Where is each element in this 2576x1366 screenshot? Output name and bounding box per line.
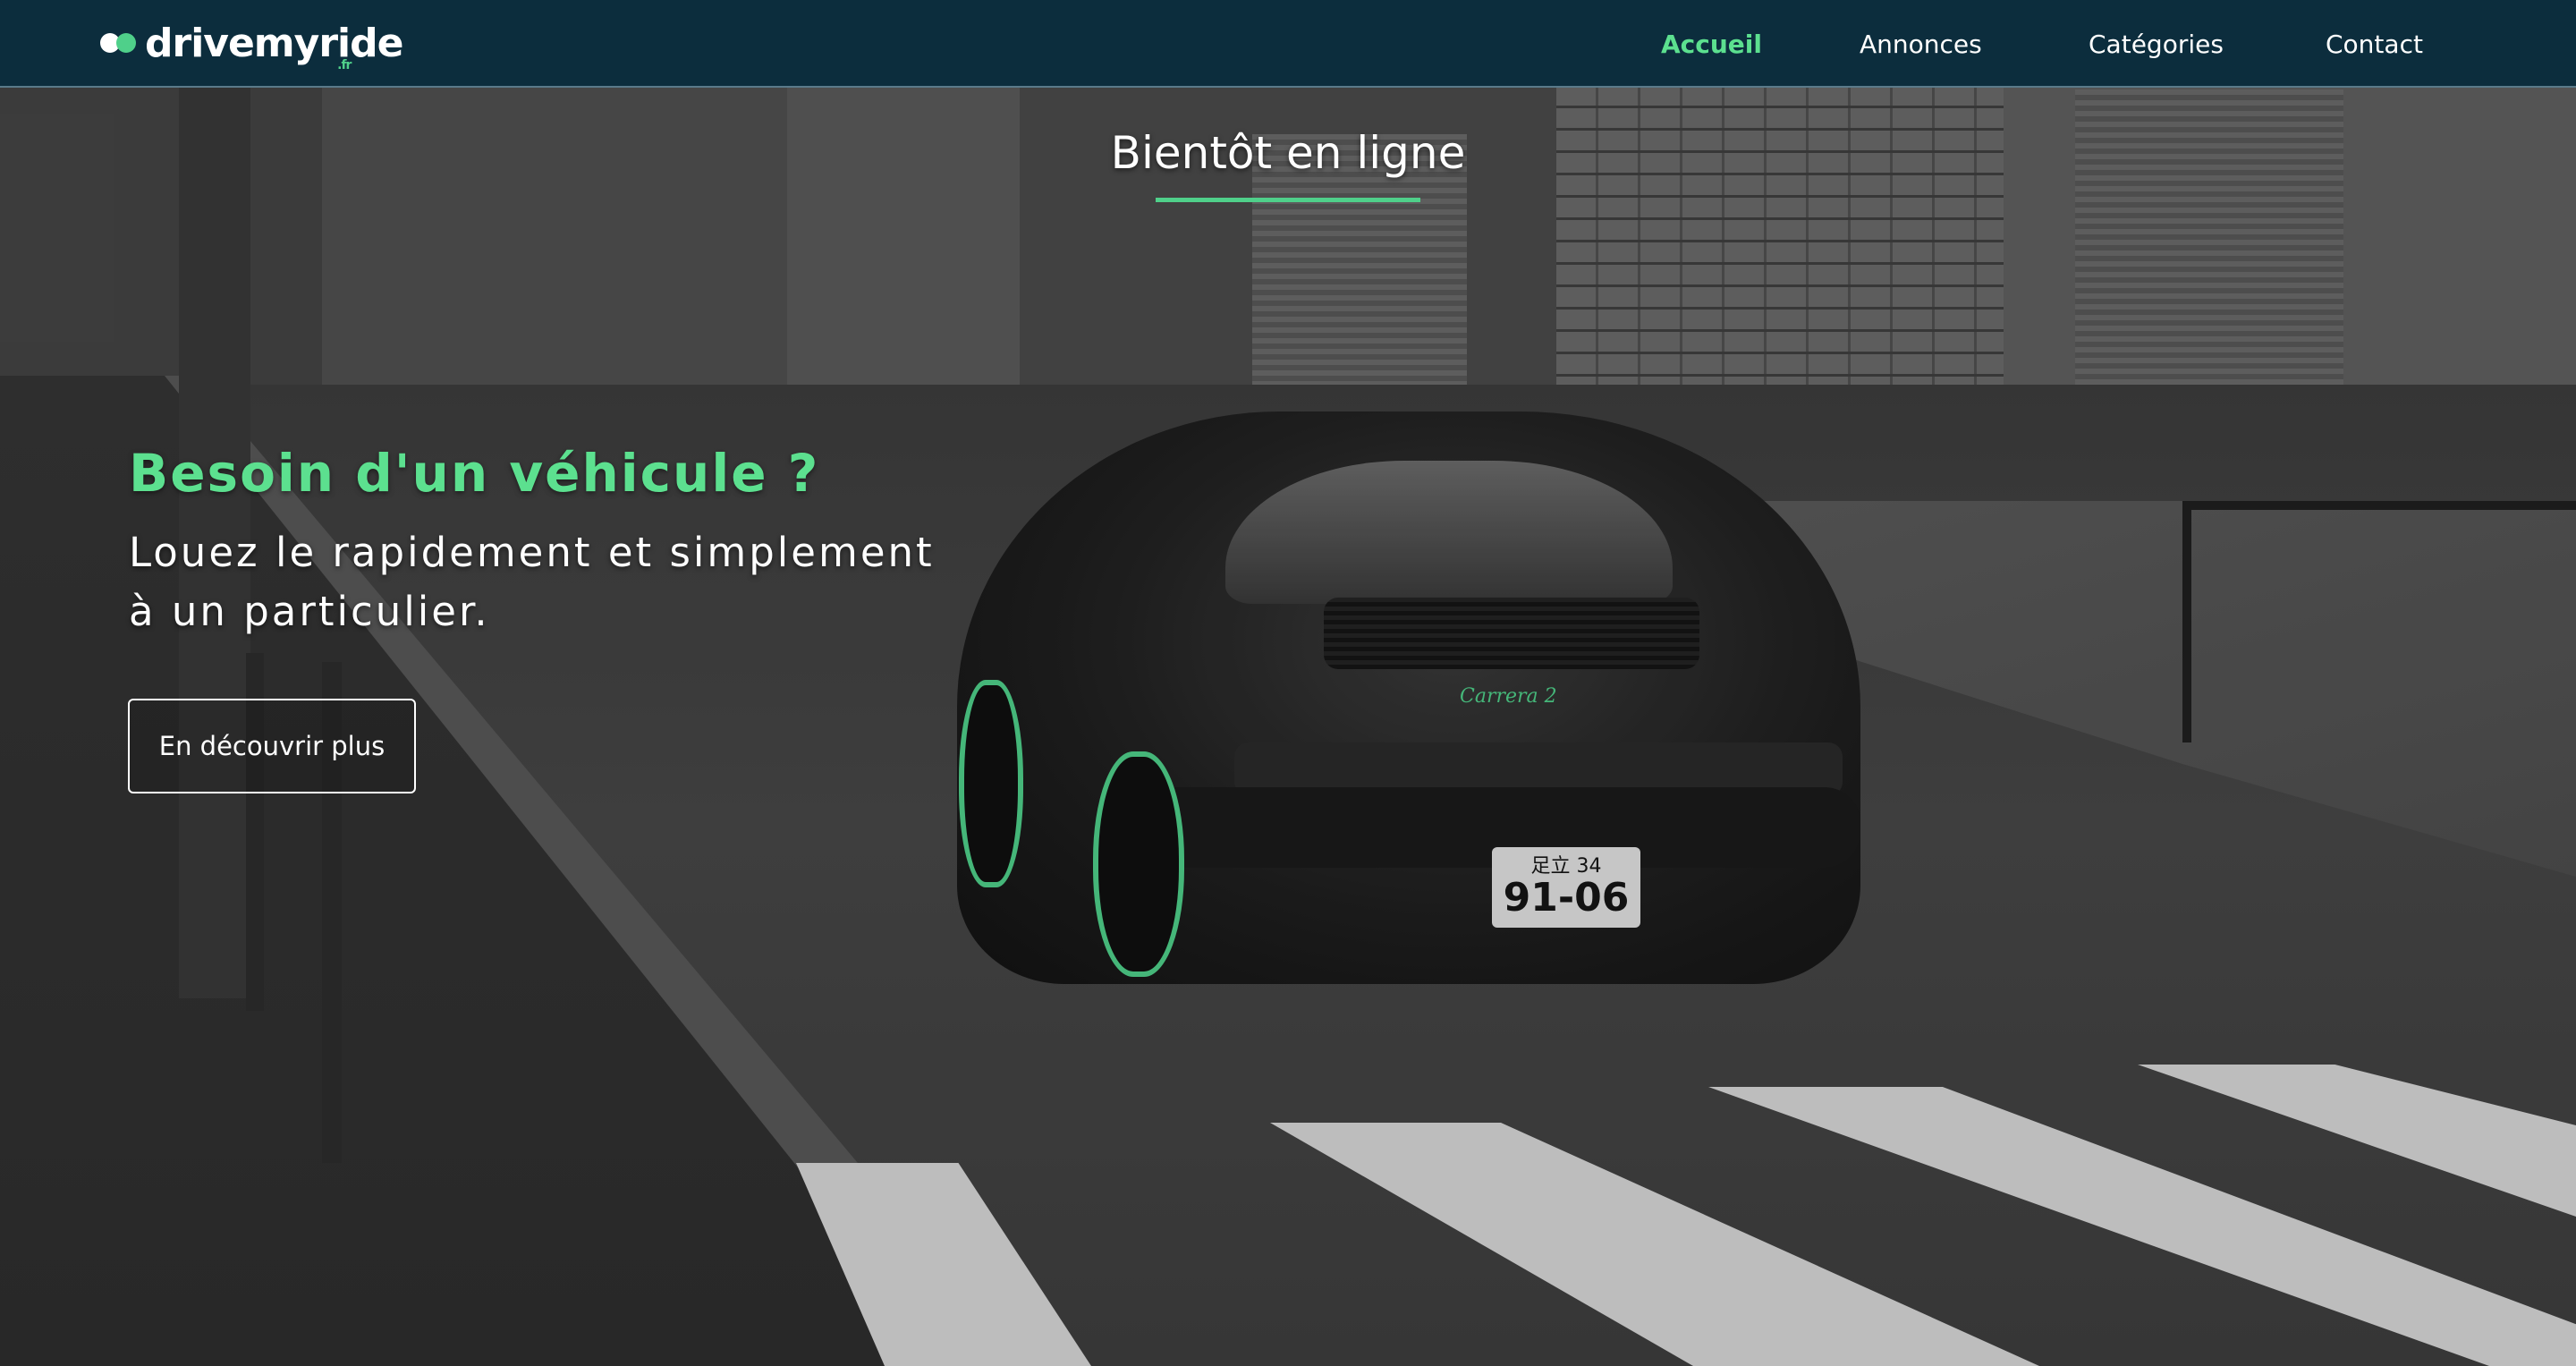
logo-wordmark: drivemyride .fr	[145, 20, 403, 72]
hero-title: Besoin d'un véhicule ?	[129, 443, 820, 504]
hero-subtitle: Louez le rapidement et simplement à un p…	[129, 523, 1005, 641]
heading-underline	[1156, 198, 1420, 202]
discover-more-button[interactable]: En découvrir plus	[128, 699, 416, 793]
image-overlay	[0, 0, 2576, 1366]
nav-link-annonces[interactable]: Annonces	[1860, 30, 1982, 59]
logo-tld: .fr	[337, 57, 352, 72]
nav-link-contact[interactable]: Contact	[2326, 30, 2423, 59]
logo-mark-icon	[100, 33, 136, 53]
hero-background-image: Carrera 2 足立 34 91-06	[0, 0, 2576, 1366]
hero-subtitle-line-1: Louez le rapidement et simplement	[129, 529, 935, 576]
coming-soon-heading: Bientôt en ligne	[1110, 127, 1466, 179]
logo-name: drivemyride	[145, 20, 403, 66]
navbar: drivemyride .fr Accueil Annonces Catégor…	[0, 0, 2576, 88]
hero-subtitle-line-2: à un particulier.	[129, 588, 490, 635]
page: Carrera 2 足立 34 91-06 drivemyride .fr Ac…	[0, 0, 2576, 1366]
nav-link-accueil[interactable]: Accueil	[1661, 30, 1762, 59]
logo-dot-green	[116, 33, 136, 53]
site-logo[interactable]: drivemyride .fr	[100, 16, 403, 72]
nav-link-categories[interactable]: Catégories	[2089, 30, 2224, 59]
